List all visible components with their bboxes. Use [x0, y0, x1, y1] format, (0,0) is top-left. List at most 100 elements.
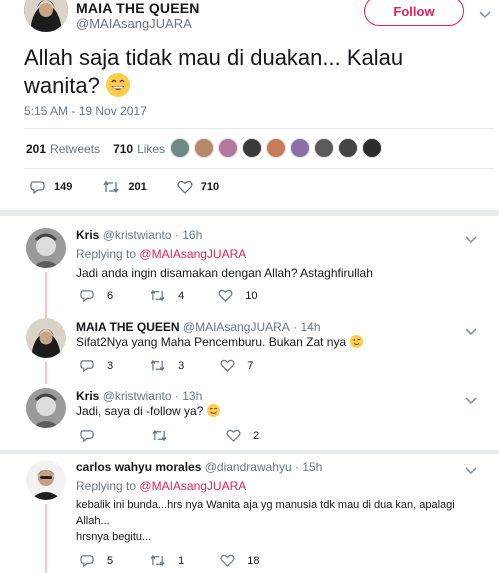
like-count: 710 [200, 181, 220, 193]
retweet-button[interactable]: 201 [102, 180, 147, 194]
like-button[interactable]: 2 [226, 429, 259, 442]
reply-actions: 5 1 18 [80, 554, 260, 567]
reply-count: 3 [107, 359, 114, 372]
reply-text: kebalik ini bunda...hrs nya Wanita aja y… [76, 497, 486, 545]
reply-actions: 2 [80, 429, 259, 442]
reply-button[interactable]: 6 [80, 289, 113, 302]
thread-line [45, 504, 47, 573]
avatar[interactable] [26, 460, 66, 500]
reply-text-line: kebalik ini bunda...hrs nya Wanita aja y… [76, 499, 455, 511]
heart-icon [177, 180, 193, 194]
reply-time[interactable]: 13h [182, 389, 202, 403]
tweet-timestamp[interactable]: 5:15 AM - 19 Nov 2017 [24, 104, 147, 118]
reply-time[interactable]: 14h [300, 320, 320, 334]
reply-handle[interactable]: @diandrawahyu [205, 460, 292, 474]
reply-button[interactable]: 5 [80, 554, 113, 567]
retweet-icon [103, 180, 119, 194]
reply-actions: 6 4 10 [80, 289, 258, 302]
author-handle[interactable]: @MAIAsangJUARA [76, 16, 192, 31]
reply-button[interactable] [80, 429, 107, 442]
replying-to: Replying to @MAIAsangJUARA [76, 479, 247, 493]
avatar[interactable] [290, 138, 310, 158]
retweet-button[interactable] [151, 429, 180, 442]
retweet-button[interactable]: 4 [149, 289, 184, 302]
reply-time[interactable]: 15h [302, 460, 322, 474]
reply-button[interactable]: 149 [30, 180, 72, 194]
avatar[interactable] [170, 138, 190, 158]
avatar[interactable] [362, 138, 382, 158]
grinning-emoji-icon [105, 73, 130, 97]
reply-icon [30, 181, 45, 194]
thread-line [45, 272, 47, 318]
like-button[interactable]: 18 [220, 554, 260, 567]
chevron-down-icon[interactable] [464, 392, 478, 410]
reply-actions: 3 3 7 [80, 359, 253, 372]
reply-author[interactable]: MAIA THE QUEEN @MAIAsangJUARA · 14h [76, 320, 321, 334]
retweet-count: 3 [178, 359, 185, 372]
reply-count: 5 [107, 554, 114, 567]
like-button[interactable]: 7 [220, 359, 253, 372]
reply-text-content: Jadi, saya di -follow ya? [76, 404, 204, 418]
avatar[interactable] [26, 228, 66, 268]
replying-to: Replying to @MAIAsangJUARA [76, 247, 247, 261]
reply-author[interactable]: Kris @kristwianto · 13h [76, 389, 202, 403]
reply-text: Sifat2Nya yang Maha Pencemburu. Bukan Za… [76, 334, 363, 350]
smiling-emoji-icon [206, 404, 220, 417]
reply-count: 6 [107, 289, 114, 302]
heart-icon [220, 359, 235, 372]
reply-text: Jadi, saya di -follow ya? [76, 403, 220, 419]
avatar[interactable] [242, 138, 262, 158]
retweet-count: 201 [128, 181, 147, 193]
retweet-icon [150, 359, 165, 372]
retweets-label[interactable]: Retweets [50, 142, 100, 156]
retweet-button[interactable]: 1 [149, 554, 184, 567]
likes-label[interactable]: Likes [137, 142, 165, 156]
avatar[interactable] [338, 138, 358, 158]
retweet-icon [150, 289, 165, 302]
avatar[interactable] [26, 318, 66, 358]
avatar[interactable] [218, 138, 238, 158]
winking-emoji-icon [349, 335, 363, 348]
avatar[interactable] [314, 138, 334, 158]
reply-icon [80, 290, 94, 302]
replying-to-link[interactable]: @MAIAsangJUARA [139, 247, 246, 261]
like-count: 2 [253, 429, 260, 442]
reply-icon [80, 430, 94, 442]
reply-author[interactable]: Kris @kristwianto · 16h [76, 228, 202, 242]
reply-time[interactable]: 16h [182, 228, 202, 242]
chevron-down-icon[interactable] [464, 231, 478, 249]
retweet-count: 1 [178, 554, 185, 567]
likes-count[interactable]: 710 [113, 142, 133, 156]
reply-handle[interactable]: @kristwianto [103, 389, 172, 403]
like-count: 7 [247, 359, 254, 372]
heart-icon [220, 554, 235, 567]
reply-author[interactable]: carlos wahyu morales @diandrawahyu · 15h [76, 460, 322, 474]
follow-button[interactable]: Follow [364, 0, 464, 26]
reply-handle[interactable]: @MAIAsangJUARA [183, 320, 290, 334]
retweets-count[interactable]: 201 [26, 142, 46, 156]
reply-text: Jadi anda ingin disamakan dengan Allah? … [76, 266, 373, 280]
author-name[interactable]: MAIA THE QUEEN [76, 0, 200, 16]
chevron-down-icon[interactable] [464, 323, 478, 341]
reply-button[interactable]: 3 [80, 359, 113, 372]
like-count: 18 [247, 554, 260, 567]
reply-icon [80, 360, 94, 372]
chevron-down-icon[interactable] [464, 462, 478, 480]
chevron-down-icon[interactable] [478, 6, 492, 24]
avatar[interactable] [266, 138, 286, 158]
retweet-button[interactable]: 3 [149, 359, 184, 372]
like-button[interactable]: 710 [177, 180, 219, 194]
like-button[interactable]: 10 [218, 289, 258, 302]
avatar[interactable] [26, 388, 66, 428]
heart-icon [226, 429, 241, 442]
heart-icon [218, 289, 233, 302]
liker-avatars [170, 138, 386, 158]
section-separator [0, 450, 499, 454]
replying-to-link[interactable]: @MAIAsangJUARA [139, 479, 246, 493]
author-avatar[interactable] [24, 0, 68, 32]
like-count: 10 [245, 289, 258, 302]
avatar[interactable] [194, 138, 214, 158]
reply-handle[interactable]: @kristwianto [103, 228, 172, 242]
tweet-actions: 149 201 710 [30, 180, 219, 194]
retweet-icon [152, 429, 167, 442]
